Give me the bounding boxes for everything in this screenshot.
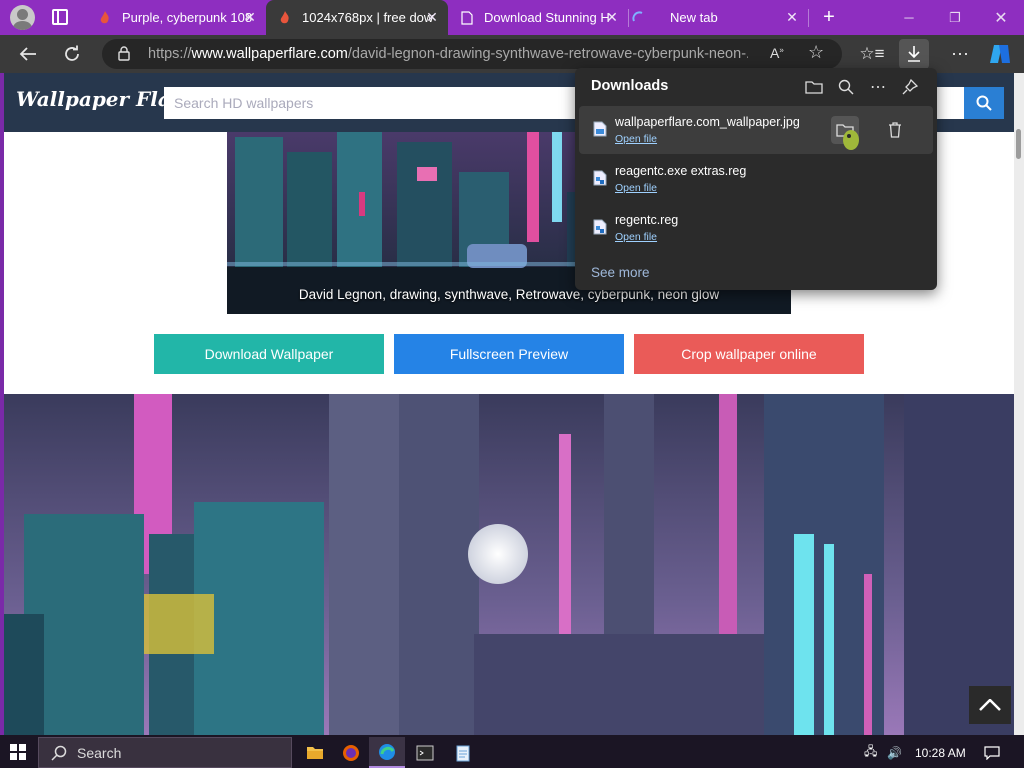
- taskbar-search-box[interactable]: Search: [38, 737, 292, 768]
- cyberpunk-city-large-image: [4, 394, 1014, 735]
- loading-spinner-icon: [632, 10, 646, 25]
- taskbar-search-label: Search: [77, 745, 122, 761]
- file-explorer-icon[interactable]: [297, 737, 333, 768]
- download-icon: [908, 46, 920, 62]
- scroll-to-top-button[interactable]: [969, 686, 1011, 724]
- mouse-cursor-icon: [841, 128, 861, 152]
- network-icon[interactable]: 🖧: [864, 737, 877, 768]
- open-file-link[interactable]: Open file: [615, 231, 657, 243]
- download-item[interactable]: regentc.reg Open file: [579, 204, 933, 252]
- wallpaper-preview-image[interactable]: [4, 394, 1014, 735]
- download-file-name: reagentc.exe extras.reg: [615, 164, 747, 178]
- address-bar[interactable]: https://www.wallpaperflare.com/david-leg…: [102, 39, 842, 69]
- pin-icon[interactable]: [899, 76, 921, 98]
- page-favicon-icon: [460, 10, 474, 25]
- downloads-button[interactable]: [899, 39, 929, 69]
- downloads-title: Downloads: [591, 78, 669, 94]
- download-wallpaper-button[interactable]: Download Wallpaper: [154, 334, 384, 374]
- search-button[interactable]: [964, 87, 1004, 119]
- delete-download-button[interactable]: [881, 116, 909, 144]
- minimize-button[interactable]: ─: [886, 0, 932, 35]
- back-button[interactable]: [13, 39, 43, 69]
- close-tab-icon[interactable]: ✕: [242, 9, 258, 25]
- start-button[interactable]: [10, 744, 26, 760]
- page-scrollbar[interactable]: [1014, 73, 1024, 735]
- crop-wallpaper-button[interactable]: Crop wallpaper online: [634, 334, 864, 374]
- volume-icon[interactable]: 🔊: [887, 737, 902, 768]
- fullscreen-preview-button[interactable]: Fullscreen Preview: [394, 334, 624, 374]
- firefox-icon[interactable]: [333, 737, 369, 768]
- registry-file-icon: [593, 170, 607, 186]
- favorites-icon: ☆≡: [859, 44, 885, 63]
- notifications-icon[interactable]: [984, 737, 1000, 768]
- windows-taskbar: Search 🖧 🔊 10:28 AM: [0, 735, 1024, 768]
- url-text[interactable]: https://www.wallpaperflare.com/david-leg…: [148, 46, 748, 62]
- download-item[interactable]: wallpaperflare.com_wallpaper.jpg Open fi…: [579, 106, 933, 154]
- open-downloads-folder-icon[interactable]: [803, 76, 825, 98]
- trash-icon: [889, 122, 901, 138]
- tab-new-tab[interactable]: New tab ✕: [628, 0, 808, 35]
- tab-separator: [808, 9, 809, 27]
- see-more-link[interactable]: See more: [591, 265, 650, 280]
- refresh-button[interactable]: [57, 39, 87, 69]
- registry-file-icon: [593, 219, 607, 235]
- image-file-icon: [593, 121, 607, 137]
- tab-1024x768[interactable]: 1024x768px | free dow ✕: [266, 0, 448, 35]
- favorites-button[interactable]: ☆≡: [857, 39, 887, 69]
- open-file-link[interactable]: Open file: [615, 182, 657, 194]
- open-file-link[interactable]: Open file: [615, 133, 657, 145]
- profile-avatar[interactable]: [10, 5, 35, 30]
- refresh-icon: [65, 45, 79, 61]
- close-tab-icon[interactable]: ✕: [424, 9, 440, 25]
- restore-button[interactable]: ❐: [932, 0, 978, 35]
- back-arrow-icon: [19, 47, 36, 61]
- close-tab-icon[interactable]: ✕: [784, 9, 800, 25]
- close-tab-icon[interactable]: ✕: [604, 9, 620, 25]
- lock-icon[interactable]: [118, 46, 130, 61]
- more-downloads-options-icon[interactable]: ⋯: [867, 76, 889, 98]
- tab-download-stunning[interactable]: Download Stunning H ✕: [448, 0, 628, 35]
- ellipsis-icon: ⋯: [951, 43, 969, 64]
- tab-actions-icon[interactable]: [52, 9, 68, 25]
- tab-purple-cyberpunk[interactable]: Purple, cyberpunk 108 ✕: [86, 0, 266, 35]
- notepad-icon[interactable]: [445, 737, 481, 768]
- download-file-name: regentc.reg: [615, 213, 679, 227]
- wallpaperflare-favicon-icon: [98, 10, 112, 25]
- search-placeholder: Search HD wallpapers: [174, 95, 314, 111]
- search-downloads-icon[interactable]: [835, 76, 857, 98]
- command-prompt-icon[interactable]: [407, 737, 443, 768]
- more-options-button[interactable]: ⋯: [945, 39, 975, 69]
- copilot-button[interactable]: [985, 39, 1015, 69]
- search-icon: [51, 745, 67, 761]
- search-icon: [976, 95, 992, 111]
- downloads-panel: Downloads ⋯ wallpaperflare.com_wallpaper…: [575, 68, 937, 290]
- edge-icon[interactable]: [369, 737, 405, 768]
- copilot-icon: [990, 45, 1010, 63]
- taskbar-clock[interactable]: 10:28 AM: [915, 737, 966, 768]
- new-tab-button[interactable]: +: [818, 5, 840, 29]
- windows-logo-icon: [10, 744, 26, 760]
- wallpaperflare-favicon-icon: [278, 10, 292, 25]
- download-file-name: wallpaperflare.com_wallpaper.jpg: [615, 115, 800, 129]
- chevron-up-icon: [979, 699, 1001, 711]
- tab-bar: Purple, cyberpunk 108 ✕ 1024x768px | fre…: [0, 0, 1024, 35]
- scrollbar-thumb[interactable]: [1016, 129, 1021, 159]
- favorite-star-icon[interactable]: ☆: [808, 42, 824, 63]
- close-window-button[interactable]: ✕: [978, 0, 1024, 35]
- download-item[interactable]: reagentc.exe extras.reg Open file: [579, 155, 933, 203]
- read-aloud-icon[interactable]: A»: [770, 45, 784, 61]
